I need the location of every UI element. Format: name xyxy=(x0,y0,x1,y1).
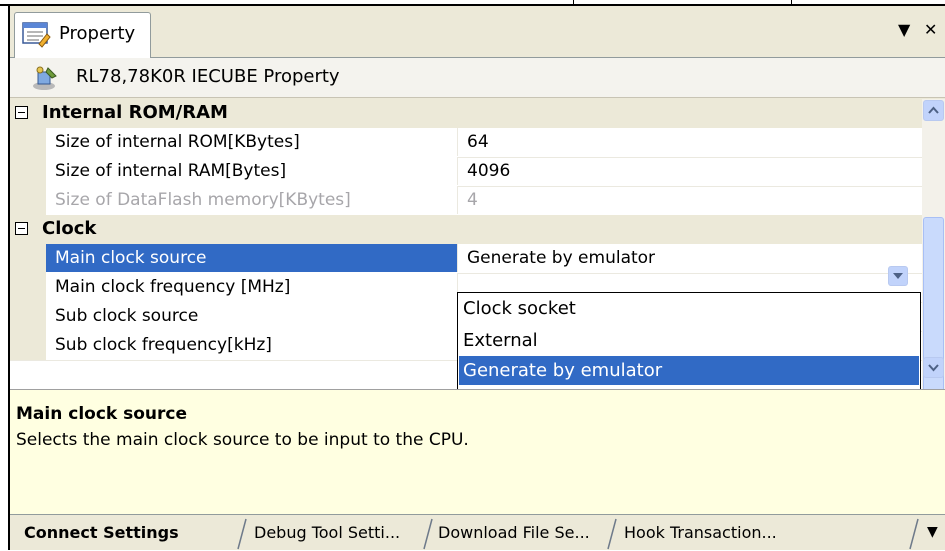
close-icon[interactable]: ✕ xyxy=(924,20,937,39)
property-row[interactable]: Size of internal RAM[Bytes] 4096 xyxy=(10,157,922,187)
description-panel: Main clock source Selects the main clock… xyxy=(10,389,945,514)
category-internal-rom-ram[interactable]: Internal ROM/RAM xyxy=(10,99,922,128)
dropdown-option[interactable]: Clock socket xyxy=(459,294,919,323)
property-row-disabled: Size of DataFlash memory[KBytes] 4 xyxy=(10,186,922,216)
description-title: Main clock source xyxy=(16,404,188,424)
description-text: Selects the main clock source to be inpu… xyxy=(16,430,469,450)
property-key: Main clock source xyxy=(46,244,458,272)
row-gutter xyxy=(10,128,46,157)
property-key: Sub clock frequency[kHz] xyxy=(46,331,458,359)
dropdown-option-selected[interactable]: Generate by emulator xyxy=(459,356,919,385)
property-key: Size of internal ROM[KBytes] xyxy=(46,128,458,156)
tab-label: Property xyxy=(59,23,136,44)
row-gutter xyxy=(10,186,46,215)
row-gutter xyxy=(10,244,46,273)
property-value-combobox[interactable]: Generate by emulator xyxy=(459,244,922,272)
property-value[interactable]: 4096 xyxy=(459,157,922,185)
property-row[interactable]: Size of internal ROM[KBytes] 64 xyxy=(10,128,922,158)
property-key: Main clock frequency [MHz] xyxy=(46,273,458,301)
tab-separator xyxy=(909,518,919,550)
property-key: Size of DataFlash memory[KBytes] xyxy=(46,186,458,214)
tab-connect-settings[interactable]: Connect Settings xyxy=(24,515,179,551)
row-gutter xyxy=(10,157,46,186)
scroll-down-icon[interactable] xyxy=(923,357,944,378)
collapse-icon[interactable] xyxy=(15,106,28,119)
property-key: Size of internal RAM[Bytes] xyxy=(46,157,458,185)
category-clock[interactable]: Clock xyxy=(10,215,922,244)
row-gutter xyxy=(10,273,46,302)
property-value[interactable]: 64 xyxy=(459,128,922,156)
tab-debug-tool-settings[interactable]: Debug Tool Setti... xyxy=(254,515,400,551)
row-gutter xyxy=(10,302,46,331)
left-border xyxy=(0,6,10,550)
header-title: RL78,78K0R IECUBE Property xyxy=(76,66,340,87)
category-label: Internal ROM/RAM xyxy=(42,102,228,123)
category-label: Clock xyxy=(42,218,97,239)
debug-tool-icon xyxy=(30,64,60,92)
property-key: Sub clock source xyxy=(46,302,458,330)
property-header: RL78,78K0R IECUBE Property xyxy=(10,58,945,98)
vertical-scrollbar[interactable] xyxy=(922,99,945,425)
property-row-selected[interactable]: Main clock source Generate by emulator xyxy=(10,244,922,274)
property-value: 4 xyxy=(467,190,478,210)
tab-separator xyxy=(423,518,433,550)
tab-separator xyxy=(237,518,247,550)
row-gutter xyxy=(10,331,46,360)
panel-menu-button[interactable]: ▼ xyxy=(898,20,910,39)
dropdown-option[interactable]: External xyxy=(459,326,919,355)
tab-separator xyxy=(607,518,617,550)
tab-list-menu-icon[interactable]: ▼ xyxy=(927,515,938,551)
tab-download-file-settings[interactable]: Download File Se... xyxy=(438,515,590,551)
bottom-tab-strip: Connect Settings Debug Tool Setti... Dow… xyxy=(10,514,945,550)
tab-hook-transaction[interactable]: Hook Transaction... xyxy=(624,515,777,551)
property-window-icon xyxy=(21,20,53,48)
chevron-down-icon[interactable] xyxy=(888,266,908,286)
clock-source-dropdown-list[interactable]: Clock socket External Generate by emulat… xyxy=(457,292,921,402)
scroll-up-icon[interactable] xyxy=(923,100,944,121)
collapse-icon[interactable] xyxy=(15,222,28,235)
tab-property[interactable]: Property xyxy=(14,12,151,58)
